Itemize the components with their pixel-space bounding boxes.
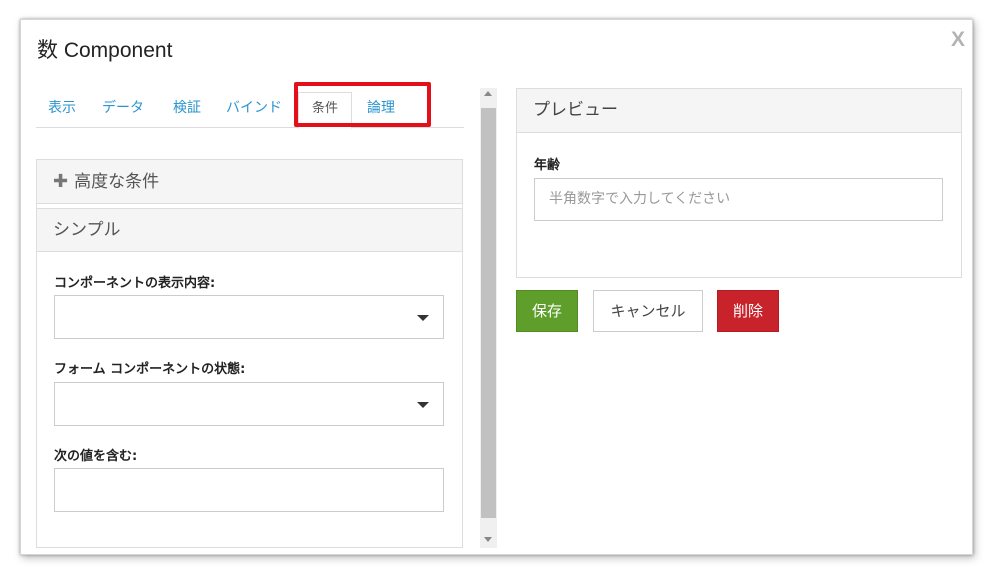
chevron-down-icon <box>417 315 429 321</box>
tab-logic[interactable]: 論理 <box>367 92 395 128</box>
display-select[interactable] <box>54 295 444 339</box>
chevron-down-icon <box>417 402 429 408</box>
tab-conditions[interactable]: 条件 <box>298 92 352 129</box>
contains-field-label: 次の値を含む: <box>54 449 138 464</box>
scroll-up-icon[interactable] <box>484 91 492 96</box>
scroll-thumb[interactable] <box>481 108 496 518</box>
state-field-label: フォーム コンポーネントの状態: <box>54 362 246 377</box>
preview-panel: プレビュー 年齢 半角数字で入力してください <box>516 88 962 278</box>
conditions-panel: ✚ 高度な条件 シンプル コンポーネントの表示内容: フォーム コンポーネントの状… <box>36 159 463 548</box>
advanced-conditions-label: 高度な条件 <box>74 172 160 192</box>
tab-bar: 表示 データ 検証 バインド 条件 論理 <box>36 92 464 129</box>
state-select[interactable] <box>54 382 444 426</box>
scroll-down-icon[interactable] <box>484 537 492 542</box>
delete-button[interactable]: 削除 <box>717 290 779 332</box>
component-dialog: 数 Component X 表示 データ 検証 バインド 条件 論理 ✚ 高度な条… <box>20 19 973 555</box>
scrollbar[interactable] <box>480 88 497 548</box>
cancel-button[interactable]: キャンセル <box>593 290 703 332</box>
tab-binding[interactable]: バインド <box>226 92 282 128</box>
plus-icon: ✚ <box>53 171 69 192</box>
simple-label: シンプル <box>53 220 121 240</box>
display-field-label: コンポーネントの表示内容: <box>54 276 216 291</box>
tab-display[interactable]: 表示 <box>48 92 76 128</box>
close-icon[interactable]: X <box>951 28 965 52</box>
age-label: 年齢 <box>534 158 561 173</box>
preview-header: プレビュー <box>517 89 961 133</box>
tab-data[interactable]: データ <box>102 92 144 128</box>
save-button[interactable]: 保存 <box>516 290 578 332</box>
tab-validation[interactable]: 検証 <box>173 92 201 128</box>
age-input[interactable]: 半角数字で入力してください <box>534 178 943 221</box>
advanced-conditions-header[interactable]: ✚ 高度な条件 <box>37 160 462 204</box>
contains-input[interactable] <box>54 468 444 512</box>
simple-header[interactable]: シンプル <box>37 208 462 252</box>
dialog-title: 数 Component <box>37 39 173 62</box>
